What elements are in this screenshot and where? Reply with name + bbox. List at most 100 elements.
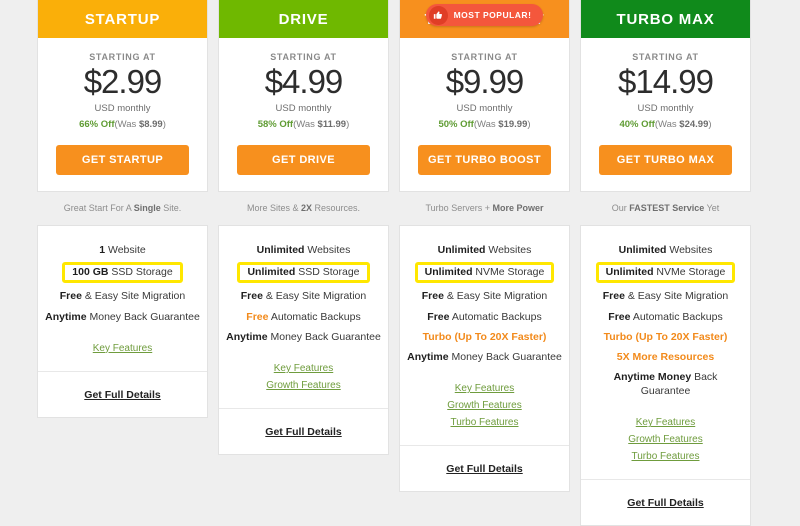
badge-pill: MOST POPULAR! <box>425 4 544 26</box>
starting-at-label: STARTING AT <box>270 52 337 62</box>
most-popular-badge: MOST POPULAR! <box>394 4 575 26</box>
feature-bold: Unlimited <box>247 265 296 278</box>
tagline-pre: More Sites & <box>246 202 301 213</box>
plan-top-card: STARTUP STARTING AT $2.99 USD monthly 66% Of… <box>37 0 208 192</box>
feature-rest: Website <box>105 243 146 256</box>
plan-name: DRIVE <box>278 10 329 28</box>
discount-percent: 58% Off <box>257 118 294 130</box>
plan-card-startup: STARTUP STARTING AT $2.99 USD monthly 66% Of… <box>32 0 213 526</box>
feature-bold: Free <box>240 290 263 303</box>
feature-bold: Free <box>427 310 450 323</box>
plan-card-drive: DRIVE STARTING AT $4.99 USD monthly 58% Off(… <box>213 0 394 526</box>
feature-item: 5X More Resources <box>588 347 743 367</box>
starting-at-label: STARTING AT <box>89 52 156 62</box>
feature-bold: Free <box>608 310 631 323</box>
discount-percent: 66% Off <box>79 118 115 130</box>
plan-name: STARTUP <box>84 10 161 28</box>
get-plan-button[interactable]: GET STARTUP <box>56 144 189 175</box>
plan-top-card: TURBO MAX STARTING AT $14.99 USD monthly 40%… <box>580 0 751 192</box>
full-details-row: Get Full Details <box>400 445 569 491</box>
feature-rest: & Easy Site Migration <box>262 290 367 303</box>
link-key-features[interactable]: Key Features <box>45 340 200 357</box>
plan-header: STARTUP <box>38 0 207 38</box>
feature-rest: Automatic Backups <box>449 310 542 323</box>
price-area: STARTING AT $14.99 USD monthly 40% Off(Was … <box>581 38 750 191</box>
get-full-details-link[interactable]: Get Full Details <box>265 426 341 438</box>
link-turbo-features[interactable]: Turbo Features <box>407 414 562 431</box>
link-turbo-features[interactable]: Turbo Features <box>588 448 743 465</box>
plan-tagline: Great Start For A Single Site. <box>32 192 213 225</box>
link-growth-features[interactable]: Growth Features <box>226 377 381 394</box>
price-area: STARTING AT $9.99 USD monthly 50% Off(Was $… <box>400 38 569 191</box>
plan-name: TURBO MAX <box>616 10 715 28</box>
thumbs-up-icon <box>428 5 448 25</box>
plan-header: DRIVE <box>219 0 388 38</box>
feature-item: Unlimited Websites <box>588 240 743 260</box>
feature-bold: Turbo (Up To 20X Faster) <box>422 330 547 343</box>
feature-item: Free Automatic Backups <box>588 307 743 327</box>
was-prefix: (Was <box>114 118 139 130</box>
feature-rest: & Easy Site Migration <box>443 290 548 303</box>
plan-card-turbo-boost: MOST POPULAR!TURBO BOOSTSTARTING AT$9.99… <box>394 0 575 526</box>
feature-rest: Websites <box>485 243 532 256</box>
get-plan-button[interactable]: GET TURBO MAX <box>599 144 732 175</box>
link-growth-features[interactable]: Growth Features <box>588 431 743 448</box>
tagline-pre: Turbo Servers + <box>425 202 493 213</box>
link-key-features[interactable]: Key Features <box>407 380 562 397</box>
plan-features-card: Unlimited Websites Unlimited NVMe Storage… <box>580 224 751 526</box>
feature-item-highlighted: Unlimited SSD Storage <box>237 261 370 284</box>
feature-item: Anytime Money Back Guarantee <box>45 307 200 327</box>
feature-rest: Websites <box>304 243 351 256</box>
feature-item-highlighted: 100 GB SSD Storage <box>62 261 183 284</box>
discount-line: 58% Off(Was $11.99) <box>227 119 380 130</box>
get-full-details-link[interactable]: Get Full Details <box>446 463 522 475</box>
feature-links: Key Features Growth Features <box>226 360 381 394</box>
get-plan-button[interactable]: GET TURBO BOOST <box>418 144 551 175</box>
feature-rest: Automatic Backups <box>268 310 361 323</box>
link-key-features[interactable]: Key Features <box>588 414 743 431</box>
was-prefix: (Was <box>293 118 318 130</box>
highlight-box: Unlimited NVMe Storage <box>414 261 555 284</box>
feature-bold: Free <box>602 290 625 303</box>
feature-item: Free & Easy Site Migration <box>588 286 743 306</box>
plan-features-card: Unlimited Websites Unlimited SSD Storage F… <box>218 224 389 455</box>
feature-rest: & Easy Site Migration <box>81 290 186 303</box>
was-amount: $19.99 <box>498 118 528 130</box>
feature-bold: Anytime Money <box>613 371 692 384</box>
was-suffix: ) <box>346 118 350 130</box>
feature-bold: 5X More Resources <box>616 350 715 363</box>
feature-links: Key Features Growth Features Turbo Feature… <box>588 414 743 465</box>
link-key-features[interactable]: Key Features <box>226 360 381 377</box>
tagline-pre: Great Start For A <box>63 202 134 213</box>
price-area: STARTING AT $2.99 USD monthly 66% Off(Was $… <box>38 38 207 191</box>
feature-item: Free Automatic Backups <box>407 307 562 327</box>
feature-bold: Turbo (Up To 20X Faster) <box>603 330 728 343</box>
feature-rest: & Easy Site Migration <box>624 290 729 303</box>
get-full-details-link[interactable]: Get Full Details <box>84 389 160 401</box>
feature-item: Free & Easy Site Migration <box>407 286 562 306</box>
highlight-box: Unlimited SSD Storage <box>237 261 370 284</box>
full-details-row: Get Full Details <box>38 370 207 417</box>
get-plan-button[interactable]: GET DRIVE <box>237 144 370 175</box>
feature-bold: Free <box>421 290 444 303</box>
price-period: USD monthly <box>275 102 332 114</box>
feature-rest: Automatic Backups <box>630 310 723 323</box>
feature-rest: Websites <box>666 243 713 256</box>
plan-header: TURBO MAX <box>581 0 750 38</box>
feature-bold: Unlimited <box>256 243 305 256</box>
discount-line: 66% Off(Was $8.99) <box>46 119 199 130</box>
tagline-bold: FASTEST Service <box>629 202 705 213</box>
feature-rest: SSD Storage <box>295 265 360 278</box>
link-growth-features[interactable]: Growth Features <box>407 397 562 414</box>
feature-links: Key Features Growth Features Turbo Feature… <box>407 380 562 431</box>
feature-item: Anytime Money Back Guarantee <box>407 347 562 367</box>
price-amount: $2.99 <box>83 63 163 100</box>
feature-bold: Unlimited <box>618 243 667 256</box>
starting-at-label: STARTING AT <box>451 52 518 62</box>
get-full-details-link[interactable]: Get Full Details <box>627 497 703 509</box>
was-prefix: (Was <box>473 118 499 130</box>
price-amount: $4.99 <box>264 63 344 100</box>
feature-item: Free Automatic Backups <box>226 307 381 327</box>
feature-rest: NVMe Storage <box>472 265 545 278</box>
feature-bold: Anytime <box>45 310 87 323</box>
